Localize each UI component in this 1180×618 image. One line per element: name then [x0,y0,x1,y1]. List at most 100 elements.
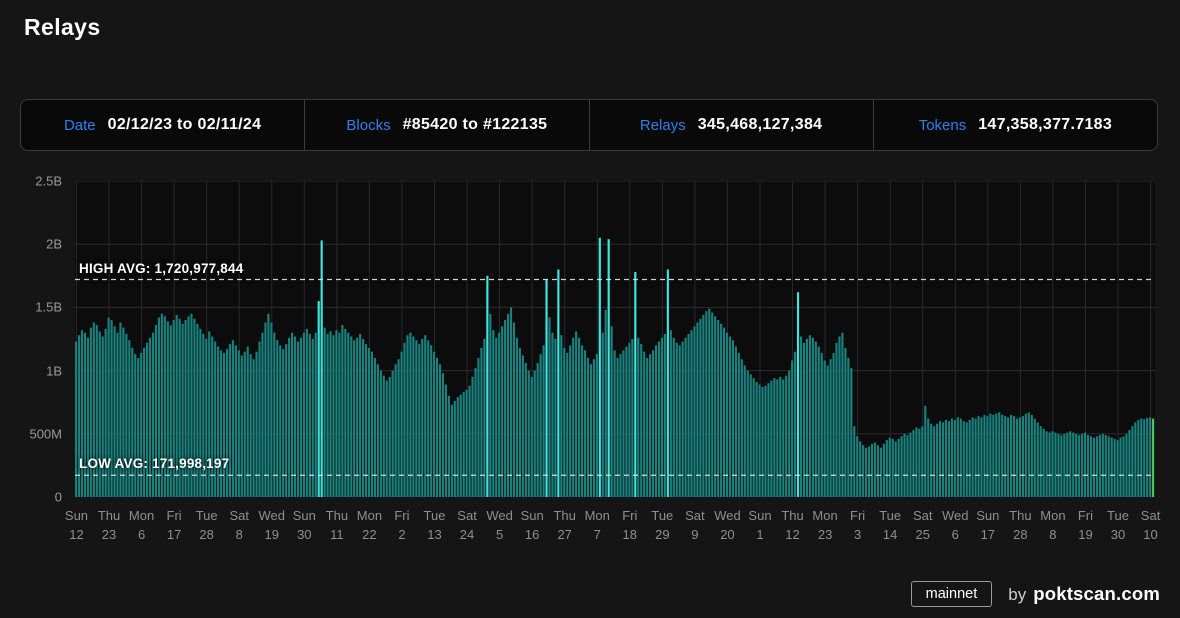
bar[interactable] [137,358,139,497]
bar[interactable] [205,339,207,497]
bar[interactable] [554,339,556,497]
bar[interactable] [383,376,385,497]
bar[interactable] [217,347,219,497]
bar[interactable] [531,377,533,497]
bar[interactable] [726,333,728,497]
bar[interactable] [720,324,722,497]
bar[interactable] [457,397,459,497]
bar[interactable] [566,353,568,497]
bar[interactable] [196,324,198,497]
bar[interactable] [312,339,314,497]
bar[interactable] [975,419,977,497]
bar[interactable] [1152,419,1154,497]
bar[interactable] [1066,433,1068,497]
bar[interactable] [599,238,601,497]
bar[interactable] [723,328,725,497]
bar[interactable] [412,336,414,497]
bar[interactable] [685,338,687,497]
bar[interactable] [966,422,968,497]
bar[interactable] [1131,426,1133,497]
bar[interactable] [146,343,148,497]
bar[interactable] [572,338,574,497]
bar[interactable] [510,307,512,497]
bar[interactable] [939,421,941,497]
bar[interactable] [569,345,571,497]
bar[interactable] [1102,434,1104,497]
bar[interactable] [696,323,698,497]
bar[interactable] [306,329,308,497]
bar[interactable] [625,347,627,497]
bar[interactable] [229,344,231,497]
bar[interactable] [977,416,979,497]
bar[interactable] [294,336,296,497]
bar[interactable] [791,360,793,497]
bar[interactable] [850,368,852,497]
bar[interactable] [637,338,639,497]
bar[interactable] [329,331,331,497]
bar[interactable] [327,334,329,497]
bar[interactable] [690,330,692,497]
bar[interactable] [463,392,465,497]
bar[interactable] [1090,436,1092,497]
bar[interactable] [1128,430,1130,497]
bar[interactable] [776,379,778,497]
bar[interactable] [640,344,642,497]
bar[interactable] [1063,434,1065,497]
bar[interactable] [815,342,817,497]
bar[interactable] [927,419,929,497]
bar[interactable] [451,405,453,497]
bar[interactable] [537,363,539,497]
bar[interactable] [903,434,905,497]
bar[interactable] [670,330,672,497]
bar[interactable] [779,377,781,497]
bar[interactable] [501,326,503,497]
bar[interactable] [744,366,746,497]
bar[interactable] [1146,418,1148,497]
bar[interactable] [963,421,965,497]
bar[interactable] [818,347,820,497]
bar[interactable] [466,390,468,497]
bar[interactable] [125,334,127,497]
bar[interactable] [584,350,586,497]
bar[interactable] [300,338,302,497]
bar[interactable] [386,381,388,497]
bar[interactable] [738,353,740,497]
bar[interactable] [347,333,349,497]
bar[interactable] [99,331,101,497]
bar[interactable] [995,414,997,497]
bar[interactable] [1051,431,1053,497]
bar[interactable] [702,315,704,497]
bar[interactable] [732,340,734,497]
bar[interactable] [1087,435,1089,497]
bar[interactable] [362,339,364,497]
bar[interactable] [543,345,545,497]
bar[interactable] [214,342,216,497]
bar[interactable] [199,329,201,497]
bar[interactable] [134,354,136,497]
bar[interactable] [548,318,550,497]
bar[interactable] [143,348,145,497]
bar[interactable] [948,421,950,497]
bar[interactable] [824,360,826,497]
bar[interactable] [773,378,775,497]
bar[interactable] [460,395,462,497]
bar[interactable] [634,272,636,497]
bar[interactable] [809,335,811,497]
bar[interactable] [433,352,435,497]
bar[interactable] [667,269,669,497]
bar[interactable] [889,438,891,497]
bar[interactable] [1016,419,1018,497]
bar[interactable] [918,429,920,497]
bar[interactable] [1043,429,1045,497]
bar[interactable] [797,292,799,497]
bar[interactable] [673,338,675,497]
bar[interactable] [469,386,471,497]
bar-chart-svg[interactable] [75,181,1155,497]
bar[interactable] [930,424,932,497]
bar[interactable] [273,333,275,497]
bar[interactable] [578,338,580,497]
bar[interactable] [406,335,408,497]
bar[interactable] [519,348,521,497]
bar[interactable] [741,359,743,497]
bar[interactable] [676,343,678,497]
